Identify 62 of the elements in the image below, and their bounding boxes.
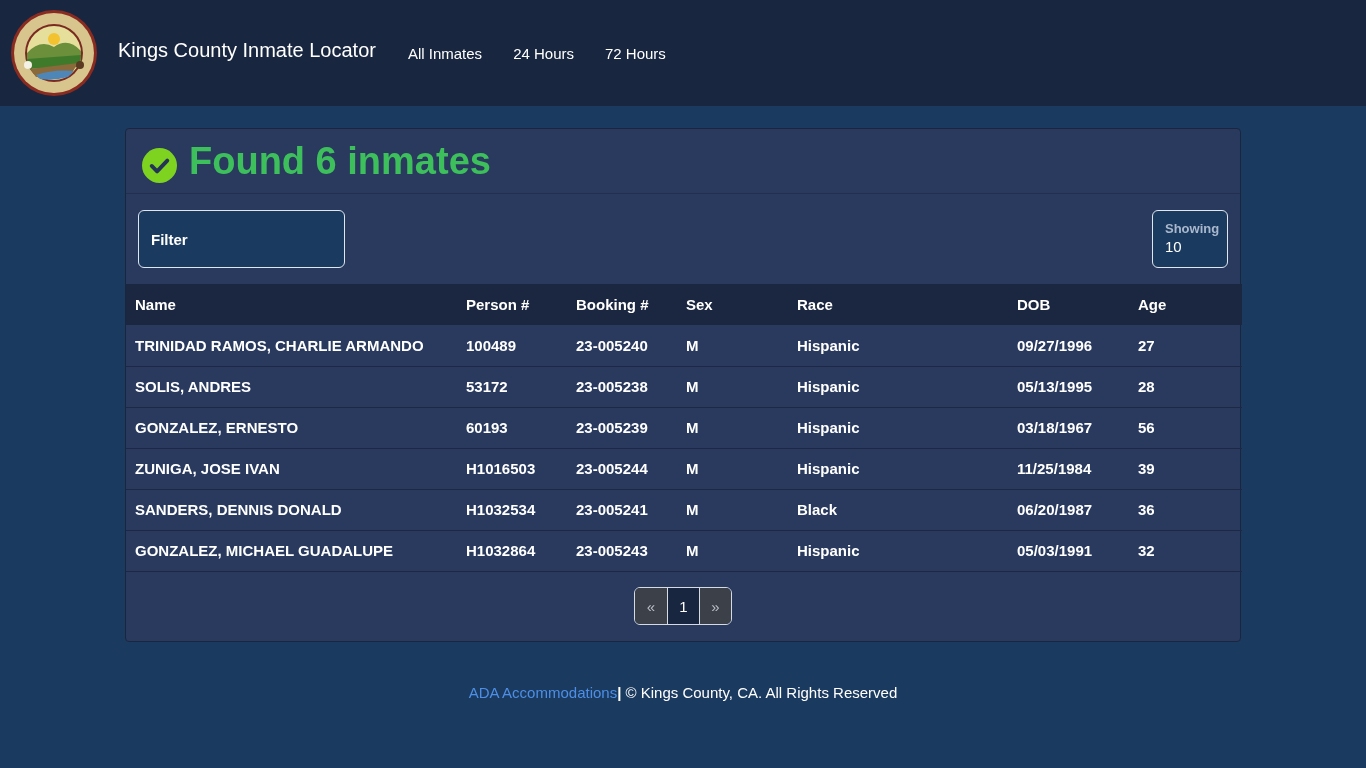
- table-cell: 23-005244: [567, 448, 677, 489]
- table-cell: Hispanic: [788, 366, 1008, 407]
- table-cell: 28: [1129, 366, 1242, 407]
- table-cell: Hispanic: [788, 530, 1008, 571]
- table-cell: ZUNIGA, JOSE IVAN: [126, 448, 457, 489]
- table-cell: 05/13/1995: [1008, 366, 1129, 407]
- table-cell: GONZALEZ, ERNESTO: [126, 407, 457, 448]
- table-cell: TRINIDAD RAMOS, CHARLIE ARMANDO: [126, 325, 457, 366]
- table-cell: 09/27/1996: [1008, 325, 1129, 366]
- table-cell: M: [677, 530, 788, 571]
- table-cell: M: [677, 407, 788, 448]
- table-cell: 11/25/1984: [1008, 448, 1129, 489]
- nav-link[interactable]: 24 Hours: [513, 44, 574, 62]
- table-cell: 32: [1129, 530, 1242, 571]
- table-cell: 23-005238: [567, 366, 677, 407]
- column-header: Person #: [457, 284, 567, 325]
- table-cell: M: [677, 489, 788, 530]
- table-cell: M: [677, 325, 788, 366]
- table-cell: 39: [1129, 448, 1242, 489]
- table-cell: 06/20/1987: [1008, 489, 1129, 530]
- copyright-text: | © Kings County, CA. All Rights Reserved: [617, 683, 898, 701]
- column-header: Race: [788, 284, 1008, 325]
- page-button[interactable]: 1: [667, 588, 699, 624]
- table-cell: SANDERS, DENNIS DONALD: [126, 489, 457, 530]
- table-cell: 23-005239: [567, 407, 677, 448]
- column-header: Sex: [677, 284, 788, 325]
- table-cell: 03/18/1967: [1008, 407, 1129, 448]
- nav-link[interactable]: All Inmates: [407, 44, 483, 62]
- table-cell: 53172: [457, 366, 567, 407]
- table-cell: Hispanic: [788, 448, 1008, 489]
- table-cell: Hispanic: [788, 325, 1008, 366]
- nav-link[interactable]: 72 Hours: [605, 44, 666, 62]
- table-cell: 27: [1129, 325, 1242, 366]
- table-cell: H1032534: [457, 489, 567, 530]
- column-header: Age: [1129, 284, 1242, 325]
- filter-input[interactable]: Filter: [138, 210, 345, 268]
- table-cell: 05/03/1991: [1008, 530, 1129, 571]
- table-cell: GONZALEZ, MICHAEL GUADALUPE: [126, 530, 457, 571]
- table-cell: 23-005240: [567, 325, 677, 366]
- table-cell: H1032864: [457, 530, 567, 571]
- table-cell: SOLIS, ANDRES: [126, 366, 457, 407]
- table-cell: Black: [788, 489, 1008, 530]
- next-page-button[interactable]: »: [699, 588, 731, 624]
- page-size-select[interactable]: Showing 10: [1152, 210, 1228, 268]
- table-cell: M: [677, 366, 788, 407]
- table-cell: Hispanic: [788, 407, 1008, 448]
- table-cell: H1016503: [457, 448, 567, 489]
- accommodations-link[interactable]: ADA Accommodations: [468, 683, 618, 701]
- table-cell: 60193: [457, 407, 567, 448]
- table-cell: 23-005243: [567, 530, 677, 571]
- table-cell: 100489: [457, 325, 567, 366]
- column-header: Name: [126, 284, 457, 325]
- table-cell: 36: [1129, 489, 1242, 530]
- table-cell: 23-005241: [567, 489, 677, 530]
- table-cell: M: [677, 448, 788, 489]
- check-circle-icon: [142, 147, 177, 183]
- column-header: DOB: [1008, 284, 1129, 325]
- column-header: Booking #: [567, 284, 677, 325]
- previous-page-button[interactable]: «: [635, 588, 667, 624]
- table-cell: 56: [1129, 407, 1242, 448]
- site-title[interactable]: Kings County Inmate Locator: [118, 38, 376, 62]
- results-heading: Found 6 inmates: [189, 139, 491, 183]
